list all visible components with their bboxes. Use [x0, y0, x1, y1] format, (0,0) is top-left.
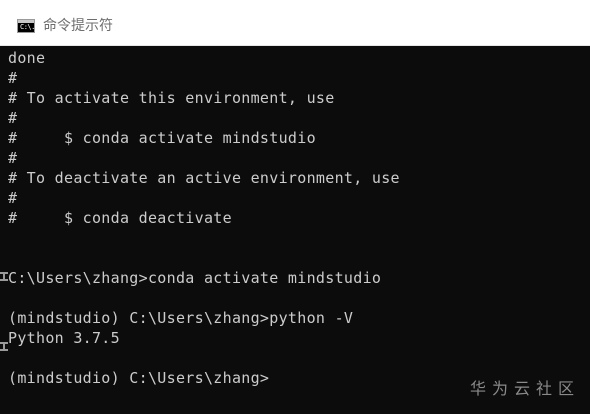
console-line: # To deactivate an active environment, u…: [8, 169, 400, 187]
command-prompt-window: C:\. 命令提示符 done # # To activate this env…: [0, 0, 590, 414]
text-cursor-icon: [0, 272, 8, 281]
console-output[interactable]: done # # To activate this environment, u…: [0, 48, 590, 414]
console-line: (mindstudio) C:\Users\zhang>: [8, 369, 270, 387]
title-bar[interactable]: C:\. 命令提示符: [0, 0, 590, 46]
console-line: #: [8, 189, 18, 207]
console-icon-glyph: C:\.: [20, 23, 35, 31]
console-line: done: [8, 49, 46, 67]
console-line: # $ conda deactivate: [8, 209, 232, 227]
console-line: Python 3.7.5: [8, 329, 120, 347]
console-line: # To activate this environment, use: [8, 89, 335, 107]
console-line: (mindstudio) C:\Users\zhang>python -V: [8, 309, 354, 327]
console-line: #: [8, 109, 18, 127]
watermark: 华为云社区: [469, 379, 580, 398]
text-cursor-icon: [0, 342, 8, 351]
console-line: #: [8, 69, 18, 87]
console-line: # $ conda activate mindstudio: [8, 129, 316, 147]
console-line: #: [8, 149, 18, 167]
console-app-icon[interactable]: C:\.: [17, 19, 35, 33]
console-line: C:\Users\zhang>conda activate mindstudio: [8, 269, 382, 287]
window-title: 命令提示符: [43, 18, 113, 34]
